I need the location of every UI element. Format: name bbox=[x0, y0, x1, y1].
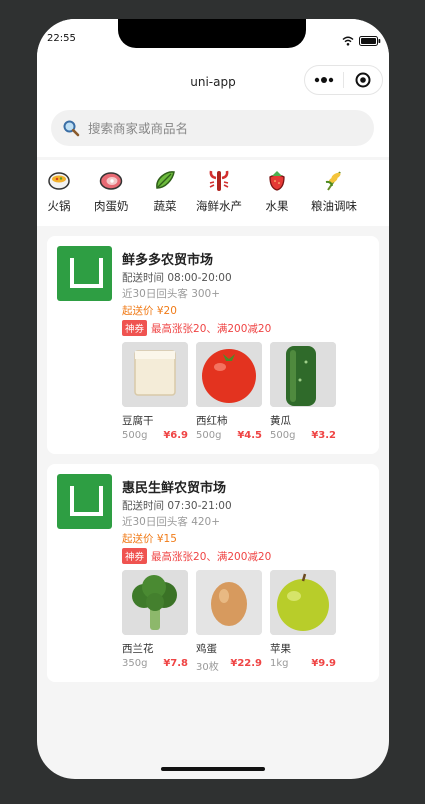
min-order-price: 起送价 ¥20 bbox=[122, 305, 177, 317]
coupon-badge: 神券 bbox=[122, 548, 148, 564]
delivery-hours: 配送时间 07:30-21:00 bbox=[122, 500, 232, 512]
category-label: 海鲜水产 bbox=[196, 199, 242, 213]
search-section bbox=[37, 101, 389, 157]
goods-price: ¥6.9 bbox=[163, 430, 188, 441]
meat-icon bbox=[100, 172, 123, 190]
status-icons bbox=[342, 35, 381, 47]
goods-unit: 500g bbox=[122, 430, 148, 441]
goods-unit: 30枚 bbox=[196, 662, 219, 673]
goods-item[interactable]: 西兰花 350g ¥7.8 bbox=[122, 570, 188, 669]
min-order-price: 起送价 ¥15 bbox=[122, 533, 177, 545]
repeat-customers: 近30日回头客 420+ bbox=[122, 516, 221, 528]
goods-unit: 500g bbox=[270, 430, 296, 441]
goods-price: ¥22.9 bbox=[230, 658, 262, 669]
category-bar: 火锅 肉蛋奶 蔬菜 海鲜水产 水果 粮油调味 bbox=[37, 160, 389, 226]
wifi-icon bbox=[342, 36, 354, 46]
goods-image-broccoli bbox=[122, 570, 188, 635]
device-notch bbox=[118, 19, 306, 48]
delivery-hours: 配送时间 08:00-20:00 bbox=[122, 272, 232, 284]
goods-name: 鸡蛋 bbox=[196, 643, 217, 655]
battery-icon bbox=[359, 36, 381, 46]
search-input[interactable] bbox=[86, 119, 350, 137]
category-label: 蔬菜 bbox=[153, 199, 177, 213]
coupon-row: 神券 最高涨张20、满200减20 bbox=[122, 320, 271, 336]
phone-screen: 22:55 uni-app 搜索商家或商品名 火锅 肉蛋奶 蔬菜 海鲜水产 水果… bbox=[37, 19, 389, 779]
coupon-text: 最高涨张20、满200减20 bbox=[151, 550, 272, 563]
more-dots-icon bbox=[314, 77, 334, 83]
lobster-icon bbox=[209, 170, 229, 191]
search-icon bbox=[63, 120, 80, 137]
category-hotpot[interactable]: 火锅 bbox=[47, 168, 71, 214]
goods-unit: 500g bbox=[196, 430, 222, 441]
goods-item[interactable]: 黄瓜 500g ¥3.2 bbox=[270, 342, 336, 441]
grain-icon bbox=[325, 171, 341, 191]
goods-name: 西红柿 bbox=[196, 415, 228, 427]
goods-name: 豆腐干 bbox=[122, 415, 154, 427]
goods-image-apple bbox=[270, 570, 336, 635]
goods-item[interactable]: 苹果 1kg ¥9.9 bbox=[270, 570, 336, 669]
goods-name: 苹果 bbox=[270, 643, 291, 655]
vegetable-icon bbox=[156, 171, 175, 189]
category-vegetable[interactable]: 蔬菜 bbox=[153, 168, 177, 214]
more-button[interactable] bbox=[305, 77, 343, 83]
goods-unit: 1kg bbox=[270, 658, 289, 669]
hotpot-icon bbox=[48, 172, 70, 190]
shop-card[interactable]: 鲜多多农贸市场 配送时间 08:00-20:00 近30日回头客 300+ 起送… bbox=[47, 236, 379, 454]
repeat-customers: 近30日回头客 300+ bbox=[122, 288, 221, 300]
goods-price: ¥3.2 bbox=[311, 430, 336, 441]
goods-unit: 350g bbox=[122, 658, 148, 669]
category-label: 粮油调味 bbox=[311, 199, 357, 213]
home-indicator[interactable] bbox=[161, 767, 265, 771]
category-fruit[interactable]: 水果 bbox=[265, 168, 289, 214]
goods-image-egg bbox=[196, 570, 262, 635]
goods-image-cucumber bbox=[270, 342, 336, 407]
category-label: 火锅 bbox=[47, 199, 71, 213]
target-icon bbox=[355, 72, 371, 88]
category-label: 水果 bbox=[265, 199, 289, 213]
shop-card[interactable]: 惠民生鲜农贸市场 配送时间 07:30-21:00 近30日回头客 420+ 起… bbox=[47, 464, 379, 682]
coupon-text: 最高涨张20、满200减20 bbox=[151, 322, 272, 335]
goods-item[interactable]: 豆腐干 500g ¥6.9 bbox=[122, 342, 188, 441]
goods-price: ¥7.8 bbox=[163, 658, 188, 669]
shop-name: 惠民生鲜农贸市场 bbox=[122, 481, 227, 496]
category-meat[interactable]: 肉蛋奶 bbox=[94, 168, 129, 214]
strawberry-icon bbox=[269, 171, 285, 191]
shop-name: 鲜多多农贸市场 bbox=[122, 253, 214, 268]
coupon-row: 神券 最高涨张20、满200减20 bbox=[122, 548, 271, 564]
goods-price: ¥9.9 bbox=[311, 658, 336, 669]
goods-item[interactable]: 鸡蛋 30枚 ¥22.9 bbox=[196, 570, 262, 673]
search-bar[interactable] bbox=[51, 110, 374, 146]
goods-item[interactable]: 西红柿 500g ¥4.5 bbox=[196, 342, 262, 441]
status-time: 22:55 bbox=[47, 33, 76, 44]
shop-logo bbox=[57, 474, 112, 529]
goods-price: ¥4.5 bbox=[237, 430, 262, 441]
coupon-badge: 神券 bbox=[122, 320, 148, 336]
shop-logo bbox=[57, 246, 112, 301]
close-miniapp-button[interactable] bbox=[344, 72, 382, 88]
goods-name: 黄瓜 bbox=[270, 415, 291, 427]
miniapp-capsule bbox=[304, 65, 383, 95]
goods-name: 西兰花 bbox=[122, 643, 154, 655]
category-label: 肉蛋奶 bbox=[94, 199, 129, 213]
category-grain[interactable]: 粮油调味 bbox=[311, 168, 357, 214]
category-seafood[interactable]: 海鲜水产 bbox=[196, 168, 242, 214]
goods-image-tofu bbox=[122, 342, 188, 407]
goods-image-tomato bbox=[196, 342, 262, 407]
nav-bar: uni-app bbox=[37, 61, 389, 101]
